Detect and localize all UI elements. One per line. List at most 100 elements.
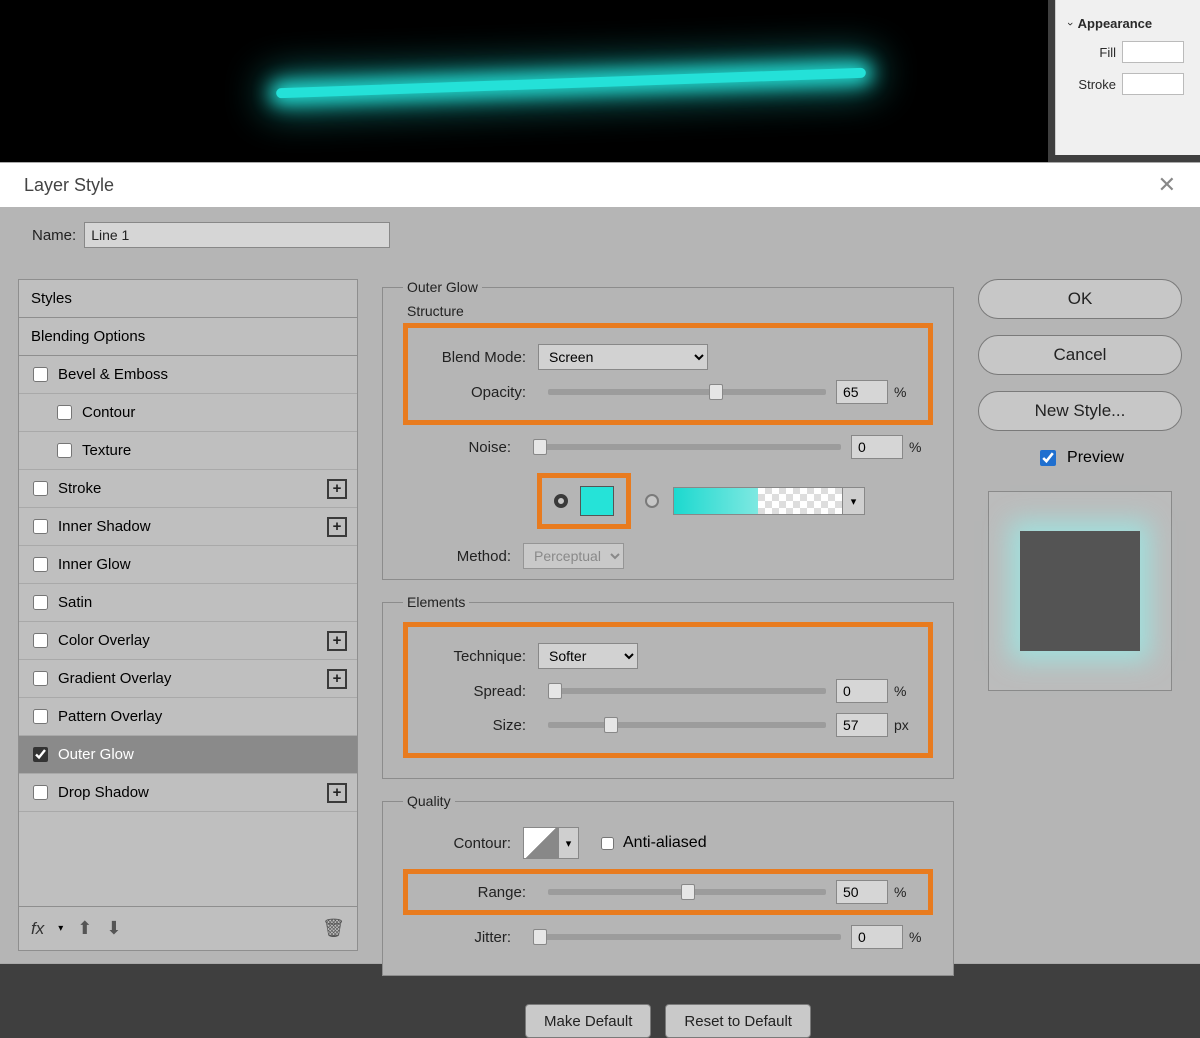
style-item-gradient-overlay[interactable]: Gradient Overlay+ xyxy=(19,660,357,698)
preview-toggle[interactable]: Preview xyxy=(978,447,1182,469)
appearance-title: Appearance xyxy=(1078,16,1152,31)
stroke-label: Stroke xyxy=(1068,77,1116,92)
noise-unit: % xyxy=(903,439,933,455)
appearance-header[interactable]: › Appearance xyxy=(1068,16,1192,31)
drawn-glow-line xyxy=(276,68,866,99)
antialiased-checkbox[interactable] xyxy=(601,837,614,850)
style-item-inner-shadow[interactable]: Inner Shadow+ xyxy=(19,508,357,546)
style-checkbox[interactable] xyxy=(57,405,72,420)
technique-select[interactable]: Softer xyxy=(538,643,638,669)
glow-color-swatch[interactable] xyxy=(580,486,614,516)
opacity-unit: % xyxy=(888,384,918,400)
style-label: Bevel & Emboss xyxy=(58,366,168,383)
style-label: Satin xyxy=(58,594,92,611)
highlight-range: Range: % xyxy=(403,869,933,915)
style-checkbox[interactable] xyxy=(33,557,48,572)
spread-unit: % xyxy=(888,683,918,699)
make-default-button[interactable]: Make Default xyxy=(525,1004,651,1038)
style-checkbox[interactable] xyxy=(57,443,72,458)
move-up-icon[interactable]: ⬆ xyxy=(77,918,92,939)
ok-button[interactable]: OK xyxy=(978,279,1182,319)
blend-mode-select[interactable]: Screen xyxy=(538,344,708,370)
trash-icon[interactable]: 🗑 xyxy=(322,918,345,939)
settings-column: Outer Glow Structure Blend Mode: Screen … xyxy=(382,279,954,951)
reset-default-button[interactable]: Reset to Default xyxy=(665,1004,811,1038)
opacity-value[interactable] xyxy=(836,380,888,404)
style-checkbox[interactable] xyxy=(33,481,48,496)
range-unit: % xyxy=(888,884,918,900)
add-effect-icon[interactable]: + xyxy=(327,783,347,803)
preview-label: Preview xyxy=(1067,449,1124,467)
fill-swatch[interactable] xyxy=(1122,41,1184,63)
gradient-swatch[interactable] xyxy=(673,487,843,515)
style-item-stroke[interactable]: Stroke+ xyxy=(19,470,357,508)
style-checkbox[interactable] xyxy=(33,709,48,724)
add-effect-icon[interactable]: + xyxy=(327,631,347,651)
fill-label: Fill xyxy=(1068,45,1116,60)
style-item-texture[interactable]: Texture xyxy=(19,432,357,470)
blending-options-header[interactable]: Blending Options xyxy=(19,318,357,356)
style-label: Pattern Overlay xyxy=(58,708,162,725)
noise-slider[interactable] xyxy=(533,444,841,450)
elements-legend: Elements xyxy=(403,594,469,610)
close-icon[interactable]: ✕ xyxy=(1158,172,1176,198)
size-slider[interactable] xyxy=(548,722,826,728)
method-select: Perceptual xyxy=(523,543,624,569)
opacity-label: Opacity: xyxy=(418,384,538,401)
style-checkbox[interactable] xyxy=(33,519,48,534)
move-down-icon[interactable]: ⬇ xyxy=(106,918,121,939)
range-value[interactable] xyxy=(836,880,888,904)
style-item-pattern-overlay[interactable]: Pattern Overlay xyxy=(19,698,357,736)
new-style-button[interactable]: New Style... xyxy=(978,391,1182,431)
size-value[interactable] xyxy=(836,713,888,737)
style-item-satin[interactable]: Satin xyxy=(19,584,357,622)
preview-checkbox[interactable] xyxy=(1040,450,1056,466)
range-slider[interactable] xyxy=(548,889,826,895)
contour-dropdown-icon[interactable]: ▾ xyxy=(559,827,579,859)
canvas[interactable] xyxy=(0,0,1048,165)
name-field[interactable] xyxy=(84,222,390,248)
jitter-slider[interactable] xyxy=(533,934,841,940)
add-effect-icon[interactable]: + xyxy=(327,479,347,499)
outer-glow-group: Outer Glow Structure Blend Mode: Screen … xyxy=(382,279,954,580)
style-label: Color Overlay xyxy=(58,632,150,649)
style-item-bevel-emboss[interactable]: Bevel & Emboss xyxy=(19,356,357,394)
styles-header[interactable]: Styles xyxy=(19,280,357,318)
style-checkbox[interactable] xyxy=(33,671,48,686)
contour-label: Contour: xyxy=(403,835,523,852)
style-checkbox[interactable] xyxy=(33,785,48,800)
jitter-label: Jitter: xyxy=(403,929,523,946)
stroke-swatch[interactable] xyxy=(1122,73,1184,95)
chevron-down-icon: › xyxy=(1064,22,1076,26)
style-checkbox[interactable] xyxy=(33,747,48,762)
style-checkbox[interactable] xyxy=(33,633,48,648)
style-item-outer-glow[interactable]: Outer Glow xyxy=(19,736,357,774)
styles-footer: fx ▾ ⬆ ⬇ 🗑 xyxy=(19,906,357,950)
spread-slider[interactable] xyxy=(548,688,826,694)
fx-icon[interactable]: fx xyxy=(31,919,44,939)
cancel-button[interactable]: Cancel xyxy=(978,335,1182,375)
style-item-drop-shadow[interactable]: Drop Shadow+ xyxy=(19,774,357,812)
opacity-slider[interactable] xyxy=(548,389,826,395)
technique-label: Technique: xyxy=(418,648,538,665)
color-radio[interactable] xyxy=(554,494,568,508)
jitter-value[interactable] xyxy=(851,925,903,949)
style-item-contour[interactable]: Contour xyxy=(19,394,357,432)
style-item-inner-glow[interactable]: Inner Glow xyxy=(19,546,357,584)
style-label: Outer Glow xyxy=(58,746,134,763)
spread-value[interactable] xyxy=(836,679,888,703)
method-label: Method: xyxy=(403,548,523,565)
contour-swatch[interactable] xyxy=(523,827,559,859)
style-label: Inner Glow xyxy=(58,556,131,573)
add-effect-icon[interactable]: + xyxy=(327,517,347,537)
gradient-dropdown-icon[interactable]: ▾ xyxy=(843,487,865,515)
style-checkbox[interactable] xyxy=(33,367,48,382)
noise-value[interactable] xyxy=(851,435,903,459)
style-checkbox[interactable] xyxy=(33,595,48,610)
style-item-color-overlay[interactable]: Color Overlay + xyxy=(19,622,357,660)
styles-column: Styles Blending Options Bevel & Emboss Co… xyxy=(18,279,358,951)
add-effect-icon[interactable]: + xyxy=(327,669,347,689)
structure-legend: Structure xyxy=(403,303,468,319)
elements-group: Elements Technique: Softer Spread: % xyxy=(382,594,954,779)
gradient-radio[interactable] xyxy=(645,494,659,508)
